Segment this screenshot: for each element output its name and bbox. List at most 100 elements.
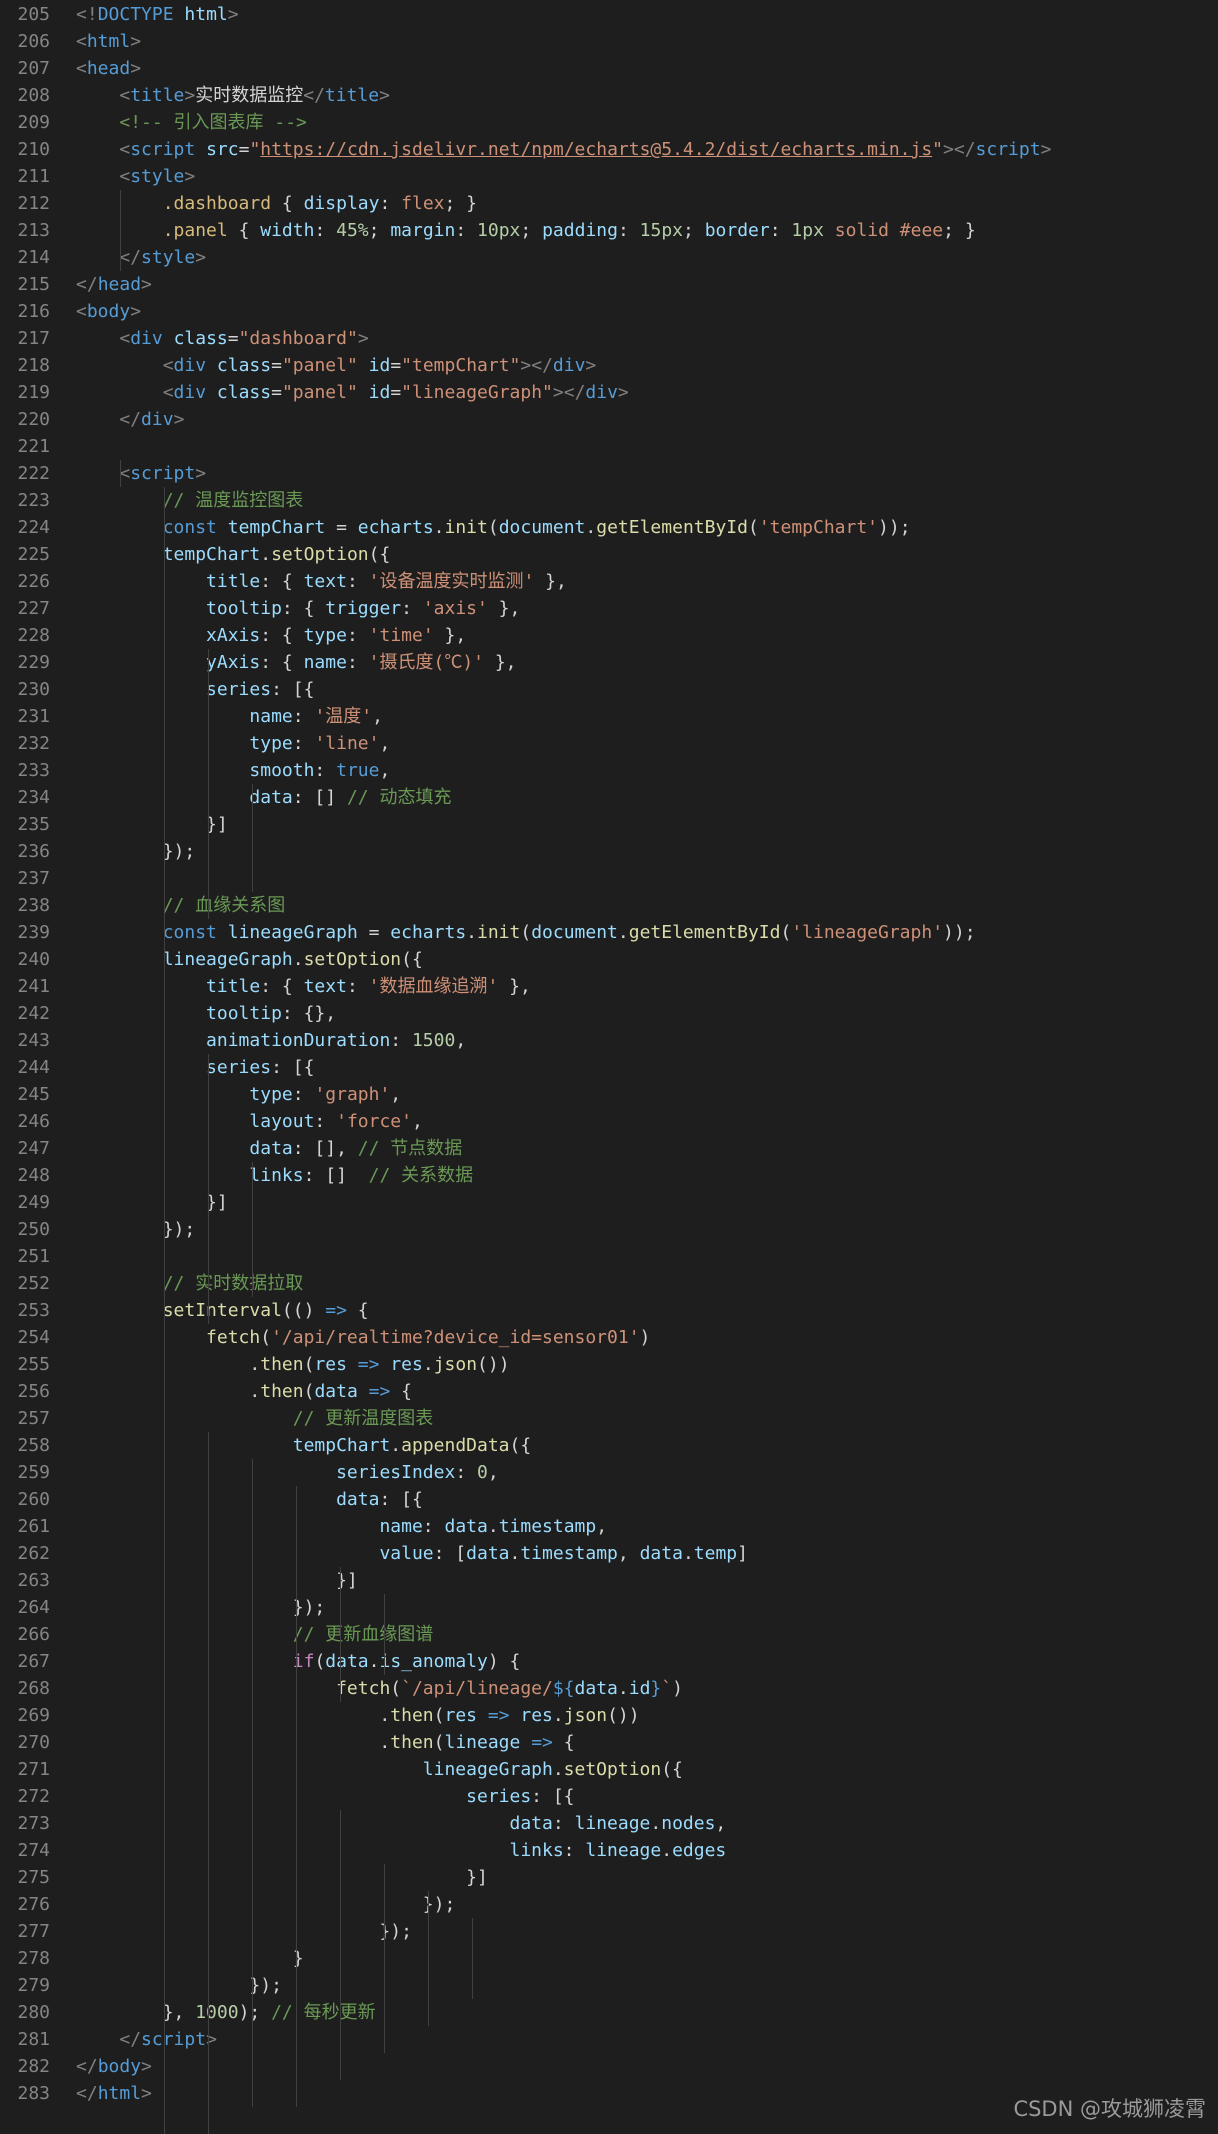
code-line[interactable]: 255 .then(res => res.json())	[0, 1351, 1218, 1378]
code-text[interactable]: .then(lineage => {	[76, 1729, 574, 1756]
code-line[interactable]: 266 // 更新血缘图谱	[0, 1621, 1218, 1648]
code-line[interactable]: 254 fetch('/api/realtime?device_id=senso…	[0, 1324, 1218, 1351]
code-line[interactable]: 258 tempChart.appendData({	[0, 1432, 1218, 1459]
code-text[interactable]: <body>	[76, 298, 141, 325]
code-text[interactable]: lineageGraph.setOption({	[76, 946, 423, 973]
code-line[interactable]: 256 .then(data => {	[0, 1378, 1218, 1405]
code-line[interactable]: 238 // 血缘关系图	[0, 892, 1218, 919]
code-line[interactable]: 232 type: 'line',	[0, 730, 1218, 757]
code-text[interactable]: if(data.is_anomaly) {	[76, 1648, 521, 1675]
code-line[interactable]: 251	[0, 1243, 1218, 1270]
code-text[interactable]: title: { text: '设备温度实时监测' },	[76, 568, 567, 595]
code-text[interactable]: series: [{	[76, 1054, 314, 1081]
code-text[interactable]: xAxis: { type: 'time' },	[76, 622, 466, 649]
code-line[interactable]: 264 });	[0, 1594, 1218, 1621]
code-text[interactable]: value: [data.timestamp, data.temp]	[76, 1540, 748, 1567]
code-line[interactable]: 219 <div class="panel" id="lineageGraph"…	[0, 379, 1218, 406]
code-line[interactable]: 249 }]	[0, 1189, 1218, 1216]
code-line[interactable]: 272 series: [{	[0, 1783, 1218, 1810]
code-line[interactable]: 224 const tempChart = echarts.init(docum…	[0, 514, 1218, 541]
code-line[interactable]: 259 seriesIndex: 0,	[0, 1459, 1218, 1486]
code-text[interactable]: });	[76, 838, 196, 865]
code-line[interactable]: 253 setInterval(() => {	[0, 1297, 1218, 1324]
code-line[interactable]: 215 </head>	[0, 271, 1218, 298]
code-text[interactable]: const tempChart = echarts.init(document.…	[76, 514, 911, 541]
code-line[interactable]: 222 <script>	[0, 460, 1218, 487]
code-text[interactable]: links: [] // 关系数据	[76, 1162, 473, 1189]
code-text[interactable]: });	[76, 1918, 412, 1945]
code-line[interactable]: 244 series: [{	[0, 1054, 1218, 1081]
code-line[interactable]: 247 data: [], // 节点数据	[0, 1135, 1218, 1162]
code-line[interactable]: 257 // 更新温度图表	[0, 1405, 1218, 1432]
code-line[interactable]: 217 <div class="dashboard">	[0, 325, 1218, 352]
code-line[interactable]: 213 .panel { width: 45%; margin: 10px; p…	[0, 217, 1218, 244]
code-line[interactable]: 262 value: [data.timestamp, data.temp]	[0, 1540, 1218, 1567]
code-line[interactable]: 282 </body>	[0, 2053, 1218, 2080]
code-text[interactable]: .then(data => {	[76, 1378, 412, 1405]
code-text[interactable]: smooth: true,	[76, 757, 390, 784]
code-line[interactable]: 221	[0, 433, 1218, 460]
code-line[interactable]: 280 }, 1000); // 每秒更新	[0, 1999, 1218, 2026]
code-line[interactable]: 205 <!DOCTYPE html>	[0, 1, 1218, 28]
code-line[interactable]: 281 </script>	[0, 2026, 1218, 2053]
code-text[interactable]: });	[76, 1891, 456, 1918]
code-text[interactable]: links: lineage.edges	[76, 1837, 726, 1864]
code-line[interactable]: 241 title: { text: '数据血缘追溯' },	[0, 973, 1218, 1000]
code-line[interactable]: 268 fetch(`/api/lineage/${data.id}`)	[0, 1675, 1218, 1702]
code-line[interactable]: 277 });	[0, 1918, 1218, 1945]
code-text[interactable]: title: { text: '数据血缘追溯' },	[76, 973, 531, 1000]
code-line[interactable]: 225 tempChart.setOption({	[0, 541, 1218, 568]
code-line[interactable]: 269 .then(res => res.json())	[0, 1702, 1218, 1729]
code-text[interactable]: .dashboard { display: flex; }	[76, 190, 477, 217]
code-line[interactable]: 260 data: [{	[0, 1486, 1218, 1513]
code-text[interactable]: name: '温度',	[76, 703, 383, 730]
code-text[interactable]: data: lineage.nodes,	[76, 1810, 726, 1837]
code-line[interactable]: 261 name: data.timestamp,	[0, 1513, 1218, 1540]
code-line[interactable]: 278 }	[0, 1945, 1218, 1972]
code-text[interactable]: </script>	[76, 2026, 217, 2053]
code-text[interactable]: </body>	[76, 2053, 152, 2080]
code-line[interactable]: 245 type: 'graph',	[0, 1081, 1218, 1108]
code-line[interactable]: 263 }]	[0, 1567, 1218, 1594]
code-line[interactable]: 243 animationDuration: 1500,	[0, 1027, 1218, 1054]
code-text[interactable]: }]	[76, 1864, 488, 1891]
code-line[interactable]: 276 });	[0, 1891, 1218, 1918]
code-text[interactable]: <div class="panel" id="tempChart"></div>	[76, 352, 597, 379]
code-text[interactable]: }]	[76, 811, 228, 838]
code-line[interactable]: 210 <script src="https://cdn.jsdelivr.ne…	[0, 136, 1218, 163]
code-text[interactable]: seriesIndex: 0,	[76, 1459, 499, 1486]
code-text[interactable]: <title>实时数据监控</title>	[76, 82, 390, 109]
code-text[interactable]: <script src="https://cdn.jsdelivr.net/np…	[76, 136, 1051, 163]
code-text[interactable]: name: data.timestamp,	[76, 1513, 607, 1540]
code-line[interactable]: 237	[0, 865, 1218, 892]
code-text[interactable]: // 更新血缘图谱	[76, 1621, 434, 1648]
code-text[interactable]: fetch(`/api/lineage/${data.id}`)	[76, 1675, 683, 1702]
code-text[interactable]: .panel { width: 45%; margin: 10px; paddi…	[76, 217, 976, 244]
code-line[interactable]: 239 const lineageGraph = echarts.init(do…	[0, 919, 1218, 946]
code-line[interactable]: 275 }]	[0, 1864, 1218, 1891]
code-text[interactable]: <div class="panel" id="lineageGraph"></d…	[76, 379, 629, 406]
code-text[interactable]: type: 'graph',	[76, 1081, 401, 1108]
code-text[interactable]: }]	[76, 1189, 228, 1216]
code-line[interactable]: 227 tooltip: { trigger: 'axis' },	[0, 595, 1218, 622]
code-line[interactable]: 250 });	[0, 1216, 1218, 1243]
code-line[interactable]: 231 name: '温度',	[0, 703, 1218, 730]
code-text[interactable]: <head>	[76, 55, 141, 82]
code-line[interactable]: 208 <title>实时数据监控</title>	[0, 82, 1218, 109]
code-text[interactable]: // 实时数据拉取	[76, 1270, 304, 1297]
code-text[interactable]: setInterval(() => {	[76, 1297, 369, 1324]
code-line[interactable]: 240 lineageGraph.setOption({	[0, 946, 1218, 973]
code-text[interactable]: lineageGraph.setOption({	[76, 1756, 683, 1783]
code-line[interactable]: 235 }]	[0, 811, 1218, 838]
code-text[interactable]: // 温度监控图表	[76, 487, 304, 514]
code-text[interactable]: });	[76, 1216, 196, 1243]
code-text[interactable]: animationDuration: 1500,	[76, 1027, 466, 1054]
code-text[interactable]: series: [{	[76, 676, 314, 703]
code-line[interactable]: 229 yAxis: { name: '摄氏度(℃)' },	[0, 649, 1218, 676]
code-line[interactable]: 246 layout: 'force',	[0, 1108, 1218, 1135]
code-text[interactable]: </div>	[76, 406, 184, 433]
code-line[interactable]: 271 lineageGraph.setOption({	[0, 1756, 1218, 1783]
code-text[interactable]: const lineageGraph = echarts.init(docume…	[76, 919, 976, 946]
code-text[interactable]: </html>	[76, 2080, 152, 2107]
code-line[interactable]: 207 <head>	[0, 55, 1218, 82]
